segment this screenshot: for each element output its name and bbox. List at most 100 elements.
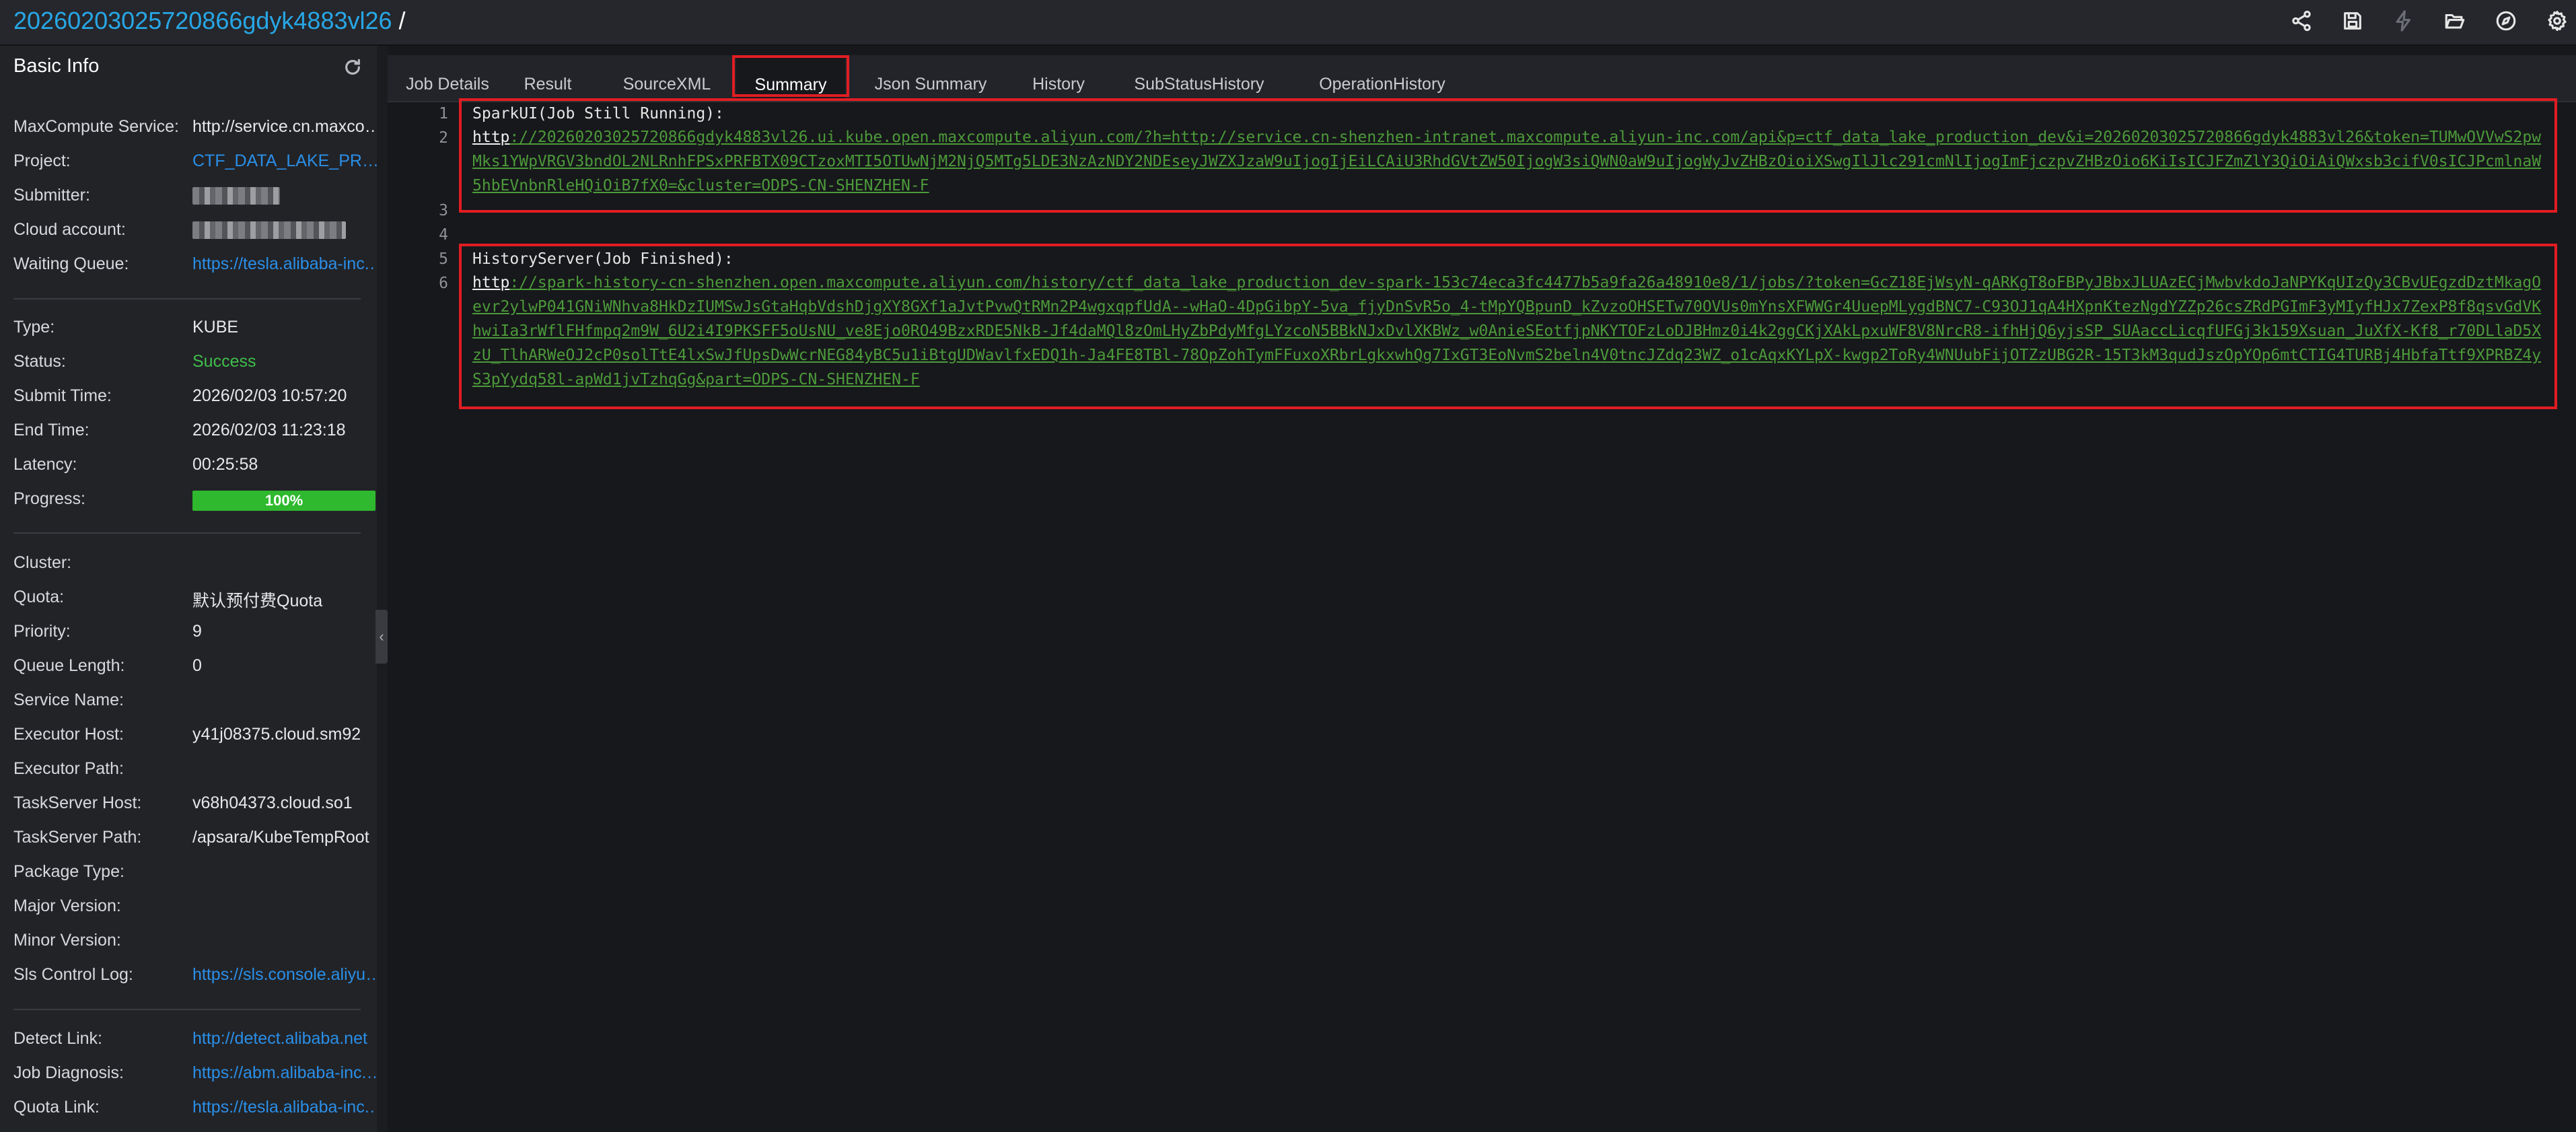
- info-key: End Time:: [13, 421, 90, 439]
- info-key: Submit Time:: [13, 386, 112, 405]
- gear-icon[interactable]: [2544, 7, 2571, 34]
- tab-sourcexml[interactable]: SourceXML: [616, 55, 717, 101]
- basic-info-panel: Basic Info MaxCompute Service: http://ser…: [0, 46, 377, 1132]
- tab-substatushistory[interactable]: SubStatusHistory: [1125, 55, 1273, 101]
- info-row: Sls Control Log: https://sls.console.aliy…: [13, 961, 377, 988]
- refresh-icon[interactable]: [342, 57, 363, 78]
- info-row: Latency: 00:25:58: [13, 451, 377, 478]
- info-row: Service Name:: [13, 686, 377, 713]
- info-row: MaxCompute Service: http://service.cn.max…: [13, 113, 377, 140]
- info-row: Quota Link: https://tesla.alibaba-inc.com: [13, 1094, 377, 1121]
- line-number: 1: [439, 105, 448, 122]
- info-value[interactable]: CTF_DATA_LAKE_PRODUCTION_DEV: [192, 151, 377, 171]
- info-key: Package Type:: [13, 862, 124, 881]
- info-key: Quota Link:: [13, 1098, 100, 1117]
- info-key: Status:: [13, 352, 66, 371]
- main-panel: Job Details Result SourceXML Summary Jso…: [388, 46, 2576, 1132]
- info-value: /apsara/KubeTempRoot: [192, 828, 369, 847]
- tab-operationhistory[interactable]: OperationHistory: [1301, 55, 1463, 101]
- info-value: 0: [192, 656, 202, 675]
- job-id[interactable]: 20260203025720866gdyk4883vl26: [13, 7, 392, 34]
- tab-bar: Job Details Result SourceXML Summary Jso…: [388, 55, 2576, 102]
- info-value: [192, 220, 377, 240]
- folder-open-icon[interactable]: [2441, 7, 2468, 34]
- redacted-value: [192, 221, 346, 240]
- info-row: Detect Link: http://detect.alibaba.net: [13, 1025, 377, 1052]
- info-key: Cluster:: [13, 553, 72, 572]
- info-row: Major Version:: [13, 892, 377, 919]
- info-value: 9: [192, 622, 202, 641]
- url-body[interactable]: ://spark-history-cn-shenzhen.open.maxcom…: [472, 274, 2541, 388]
- info-value[interactable]: https://tesla.alibaba-inc.com: [192, 1098, 377, 1117]
- info-value[interactable]: https://abm.alibaba-inc.com: [192, 1063, 377, 1083]
- tab-history[interactable]: History: [1026, 55, 1092, 101]
- tab-json-summary[interactable]: Json Summary: [871, 55, 991, 101]
- info-value: 2026/02/03 10:57:20: [192, 386, 347, 405]
- divider: [13, 532, 361, 534]
- summary-editor[interactable]: 1 2 3 4 5 6 SparkUI(Job Still Running): …: [388, 98, 2576, 1132]
- tab-summary[interactable]: Summary: [736, 55, 845, 101]
- info-row: Cloud account:: [13, 216, 377, 243]
- tab-job-details[interactable]: Job Details: [401, 55, 494, 101]
- info-key: Project:: [13, 151, 71, 170]
- top-bar: 20260203025720866gdyk4883vl26/: [0, 0, 2576, 46]
- line-number: 3: [439, 202, 448, 219]
- historyserver-url[interactable]: http://spark-history-cn-shenzhen.open.ma…: [472, 271, 2545, 392]
- info-key: Job Diagnosis:: [13, 1063, 124, 1082]
- info-key: Priority:: [13, 622, 71, 641]
- line-number: 2: [439, 129, 448, 147]
- info-key: Quota:: [13, 588, 65, 606]
- info-row: Type: KUBE: [13, 314, 377, 341]
- info-key: Detect Link:: [13, 1029, 103, 1048]
- info-value: 2026/02/03 11:23:18: [192, 421, 346, 439]
- share-icon[interactable]: [2288, 7, 2315, 34]
- info-key: Cloud account:: [13, 220, 126, 239]
- info-row: Job Diagnosis: https://abm.alibaba-inc.co…: [13, 1059, 377, 1086]
- tab-result[interactable]: Result: [521, 55, 575, 101]
- info-row: Executor Host: y41j08375.cloud.sm92: [13, 721, 377, 748]
- toolbar: [2288, 4, 2571, 38]
- info-row: Submitter:: [13, 182, 377, 209]
- compass-icon[interactable]: [2493, 7, 2519, 34]
- divider: [13, 298, 361, 299]
- redacted-value: [192, 187, 280, 205]
- info-value[interactable]: https://tesla.alibaba-inc.com: [192, 254, 377, 274]
- info-row: Project: CTF_DATA_LAKE_PRODUCTION_DEV: [13, 147, 377, 174]
- sparkui-url[interactable]: http://20260203025720866gdyk4883vl26.ui.…: [472, 125, 2545, 198]
- info-key: Queue Length:: [13, 656, 125, 675]
- chevron-left-icon: ‹: [379, 628, 384, 645]
- info-row: Cluster:: [13, 549, 377, 576]
- info-value: 00:25:58: [192, 455, 258, 474]
- info-key: Progress:: [13, 489, 85, 508]
- info-value: y41j08375.cloud.sm92: [192, 725, 361, 744]
- info-value: v68h04373.cloud.so1: [192, 793, 353, 812]
- line-number: 5: [439, 250, 448, 268]
- info-key: Type:: [13, 318, 55, 337]
- info-key: Executor Host:: [13, 725, 124, 744]
- basic-info-title: Basic Info: [13, 55, 100, 77]
- info-key: TaskServer Path:: [13, 828, 142, 847]
- url-body[interactable]: ://20260203025720866gdyk4883vl26.ui.kube…: [472, 129, 2541, 194]
- historyserver-heading: HistoryServer(Job Finished):: [472, 250, 734, 268]
- info-row: Minor Version:: [13, 927, 377, 954]
- info-key: Major Version:: [13, 896, 121, 915]
- save-icon[interactable]: [2339, 7, 2366, 34]
- info-value: http://service.cn.maxcompute.aliyun-inc.…: [192, 117, 377, 136]
- info-key: Executor Path:: [13, 759, 124, 778]
- info-value: KUBE: [192, 318, 239, 337]
- info-row: TaskServer Host: v68h04373.cloud.so1: [13, 789, 377, 816]
- sidebar-collapse-handle[interactable]: ‹: [375, 610, 388, 664]
- info-row: Status: Success: [13, 348, 377, 375]
- basic-info-header: Basic Info: [13, 46, 363, 90]
- info-value[interactable]: http://detect.alibaba.net: [192, 1029, 377, 1049]
- info-row: Submit Time: 2026/02/03 10:57:20: [13, 382, 377, 409]
- info-row: Executor Path:: [13, 755, 377, 782]
- info-value: 默认预付费Quota: [192, 592, 323, 610]
- url-protocol: http: [472, 129, 510, 146]
- info-value[interactable]: https://sls.console.aliyun.com: [192, 965, 377, 985]
- path-separator: /: [398, 7, 406, 34]
- url-protocol: http: [472, 274, 510, 291]
- info-row: TaskServer Path: /apsara/KubeTempRoot: [13, 824, 377, 851]
- info-key: Sls Control Log:: [13, 965, 133, 984]
- info-row: Waiting Queue: https://tesla.alibaba-inc.…: [13, 250, 377, 277]
